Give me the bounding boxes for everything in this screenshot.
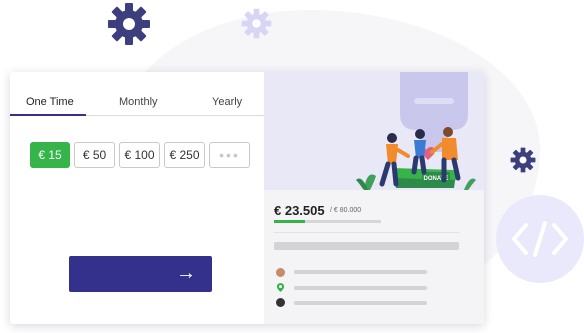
arrow-right-icon: → (176, 262, 196, 284)
amount-option-250[interactable]: € 250 (164, 142, 205, 168)
avatar-icon (276, 268, 285, 277)
active-tab-indicator (10, 114, 86, 116)
tab-one-time[interactable]: One Time (26, 96, 74, 108)
donation-form: One Time Monthly Yearly € 15 € 50 € 100 … (10, 72, 264, 324)
divider (274, 232, 459, 233)
amount-raised: € 23.505 (274, 203, 325, 218)
tab-yearly[interactable]: Yearly (212, 96, 242, 108)
amount-options: € 15 € 50 € 100 € 250 ••• (30, 142, 250, 168)
amount-option-100[interactable]: € 100 (119, 142, 160, 168)
campaign-title-placeholder (274, 242, 459, 250)
code-badge (496, 195, 584, 283)
gear-icon (241, 8, 272, 39)
donation-widget: One Time Monthly Yearly € 15 € 50 € 100 … (10, 72, 484, 324)
funding-progress-bar (274, 220, 381, 223)
donation-illustration: DONATE (356, 72, 476, 190)
location-text-placeholder (294, 286, 427, 290)
amount-option-15[interactable]: € 15 (30, 142, 70, 168)
more-amounts-button[interactable]: ••• (209, 142, 250, 168)
amount-option-50[interactable]: € 50 (74, 142, 115, 168)
funding-progress-fill (274, 220, 306, 223)
tab-monthly[interactable]: Monthly (119, 96, 158, 108)
organizer-text-placeholder (294, 270, 427, 274)
gear-icon (510, 147, 536, 173)
location-pin-icon (276, 283, 285, 292)
campaign-goal: / € 80.000 (330, 207, 362, 214)
donate-submit-button[interactable]: → (69, 256, 212, 292)
gear-icon (108, 3, 150, 45)
category-text-placeholder (294, 301, 427, 305)
campaign-panel: DONATE € 23.505 / € 80.000 (264, 72, 484, 324)
category-icon (276, 298, 285, 307)
campaign-illustration: DONATE (264, 72, 484, 190)
code-brackets-icon (512, 221, 568, 257)
frequency-tabs: One Time Monthly Yearly (10, 88, 264, 116)
